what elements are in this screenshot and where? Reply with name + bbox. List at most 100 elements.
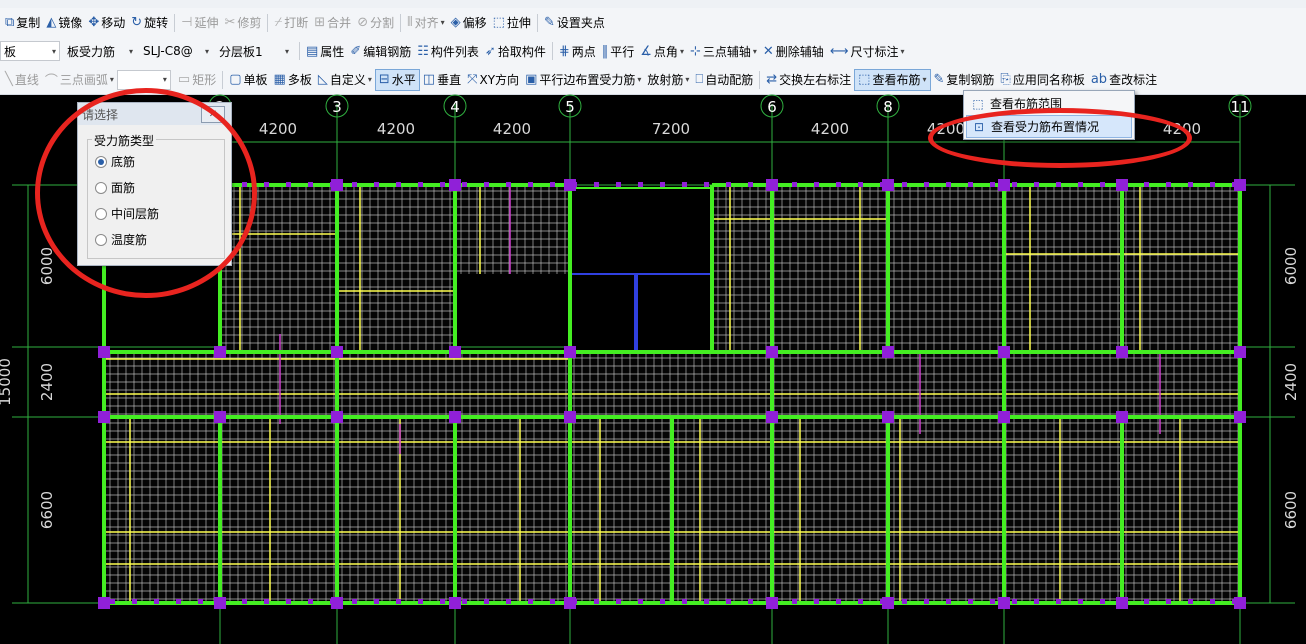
- rebar-dot: [814, 182, 819, 187]
- horizontal-icon: ⊟: [378, 72, 390, 87]
- edit-rebar-button[interactable]: ✐ 编辑钢筋: [347, 40, 414, 62]
- three-point-axis-button[interactable]: ⊹ 三点辅轴 ▾: [687, 40, 760, 62]
- abc-icon: ab: [1090, 72, 1108, 87]
- rectangle-button[interactable]: ▭ 矩形: [175, 69, 219, 91]
- member-toolbar: 板 ▾ 板受力筋 ▾ SLJ-C8@ ▾ 分层板1 ▾ ▤ 属性 ✐ 编辑钢筋 ☷ 构件列表 …: [0, 37, 1306, 66]
- copy-rebar-button[interactable]: ✎ 复制钢筋: [931, 69, 998, 91]
- dimension-label: 4200: [259, 120, 297, 138]
- rebar-dot: [638, 182, 643, 187]
- axis-label: 6: [767, 98, 777, 116]
- separator: [222, 70, 224, 89]
- xy-direction-button[interactable]: ⤧ XY方向: [464, 69, 522, 91]
- point-angle-icon: ∡: [640, 43, 652, 59]
- two-point-icon: ⋕: [558, 43, 570, 59]
- pick-member-button[interactable]: ➶ 拾取构件: [482, 40, 549, 62]
- break-button[interactable]: ⌿ 打断: [271, 12, 311, 34]
- radio-temperature-rebar[interactable]: 温度筋: [95, 231, 147, 248]
- delete-axis-button[interactable]: ✕ 删除辅轴: [760, 40, 827, 62]
- rebar-dot: [550, 182, 555, 187]
- rebar-dot: [572, 182, 577, 187]
- dimension-label: 4200: [493, 120, 531, 138]
- radio-bottom-rebar[interactable]: 底筋: [95, 153, 135, 170]
- separator: [267, 13, 269, 32]
- apply-same-name-button[interactable]: ⎘ 应用同名称板: [997, 69, 1087, 91]
- merge-button[interactable]: ⊞ 合并: [311, 12, 354, 34]
- three-point-arc-button[interactable]: ⌒ 三点画弧 ▾: [42, 69, 117, 91]
- custom-button[interactable]: ◺ 自定义 ▾: [315, 69, 375, 91]
- point-angle-button[interactable]: ∡ 点角 ▾: [637, 40, 687, 62]
- rebar-dot: [242, 599, 247, 604]
- stretch-icon: ⬚: [492, 15, 505, 30]
- axis-label: 3: [332, 98, 342, 116]
- parallel-edge-rebar-button[interactable]: ▣ 平行边布置受力筋 ▾: [522, 69, 644, 91]
- rebar-dot: [418, 182, 423, 187]
- copy-rebar-icon: ✎: [933, 72, 945, 87]
- single-slab-icon: ▢: [229, 72, 242, 87]
- menu-item-view-rebar-layout[interactable]: ⊡ 查看受力筋布置情况: [966, 115, 1132, 138]
- menu-item-view-rebar-range[interactable]: ⬚ 查看布筋范围: [966, 93, 1130, 114]
- split-button[interactable]: ⊘ 分割: [354, 12, 397, 34]
- dimension-button[interactable]: ⟷ 尺寸标注 ▾: [827, 40, 908, 62]
- rebar-dot: [638, 599, 643, 604]
- opening: [569, 273, 713, 353]
- horizontal-button[interactable]: ⊟ 水平: [374, 68, 420, 91]
- radio-checked-icon: [95, 155, 107, 168]
- close-button[interactable]: ✕: [201, 106, 225, 123]
- column: [449, 346, 461, 358]
- arc-option-select[interactable]: ▾: [116, 69, 171, 90]
- rebar-dot: [704, 599, 709, 604]
- move-button[interactable]: ✥ 移动: [85, 12, 128, 34]
- copy-button[interactable]: ⧉ 复制: [2, 12, 43, 34]
- two-point-button[interactable]: ⋕ 两点: [556, 40, 599, 62]
- member-select[interactable]: 板受力筋 ▾: [64, 41, 136, 61]
- line-button[interactable]: ╲ 直线: [2, 69, 42, 91]
- slab-region: [455, 185, 570, 274]
- swap-labels-button[interactable]: ⇄ 交换左右标注: [763, 69, 854, 91]
- column: [766, 346, 778, 358]
- rebar-dot: [946, 599, 951, 604]
- column: [998, 179, 1010, 191]
- rebar-spec-select[interactable]: SLJ-C8@ ▾: [140, 41, 212, 61]
- auto-rebar-button[interactable]: ⎕ 自动配筋: [692, 69, 756, 91]
- radial-rebar-button[interactable]: 放射筋 ▾: [644, 69, 692, 91]
- radio-top-rebar[interactable]: 面筋: [95, 179, 135, 196]
- rebar-dot: [374, 182, 379, 187]
- parallel-button[interactable]: ‖ 平行: [599, 40, 638, 62]
- radio-icon: [95, 181, 107, 194]
- rebar-dot: [1144, 182, 1149, 187]
- offset-button[interactable]: ◈ 偏移: [448, 12, 490, 34]
- mirror-button[interactable]: ◭ 镜像: [43, 12, 85, 34]
- rebar-dot: [924, 182, 929, 187]
- properties-button[interactable]: ▤ 属性: [303, 40, 347, 62]
- rebar-dot: [968, 599, 973, 604]
- single-slab-button[interactable]: ▢ 单板: [226, 69, 270, 91]
- rotate-button[interactable]: ↻ 旋转: [128, 12, 171, 34]
- rebar-dot: [946, 182, 951, 187]
- trim-button[interactable]: ✂ 修剪: [222, 12, 265, 34]
- rebar-dot: [506, 182, 511, 187]
- chevron-down-icon: ▾: [685, 75, 690, 84]
- set-grip-button[interactable]: ✎ 设置夹点: [541, 12, 608, 34]
- member-list-button[interactable]: ☷ 构件列表: [414, 40, 482, 62]
- rebar-dot: [836, 599, 841, 604]
- rebar-dot: [726, 182, 731, 187]
- align-button[interactable]: ⫴ 对齐 ▾: [404, 12, 448, 34]
- layer-select[interactable]: 分层板1 ▾: [216, 41, 292, 61]
- view-rebar-button[interactable]: ⬚ 查看布筋 ▾: [854, 68, 931, 91]
- extend-button[interactable]: ⊣ 延伸: [178, 12, 221, 34]
- rebar-dot: [1188, 599, 1193, 604]
- radio-middle-rebar[interactable]: 中间层筋: [95, 205, 159, 222]
- split-icon: ⊘: [357, 15, 369, 30]
- rebar-dot: [704, 182, 709, 187]
- rebar-dot: [726, 599, 731, 604]
- parallel-icon: ‖: [601, 43, 609, 59]
- vertical-button[interactable]: ◫ 垂直: [420, 69, 464, 91]
- rebar-dot: [1034, 599, 1039, 604]
- chevron-down-icon: ▾: [679, 46, 684, 56]
- multi-slab-button[interactable]: ▦ 多板: [271, 69, 315, 91]
- stretch-button[interactable]: ⬚ 拉伸: [490, 12, 534, 34]
- member-type-select[interactable]: 板 ▾: [0, 41, 60, 61]
- xy-direction-icon: ⤧: [467, 72, 478, 87]
- edit-labels-button[interactable]: ab 查改标注: [1088, 69, 1160, 91]
- rebar-dot: [1012, 599, 1017, 604]
